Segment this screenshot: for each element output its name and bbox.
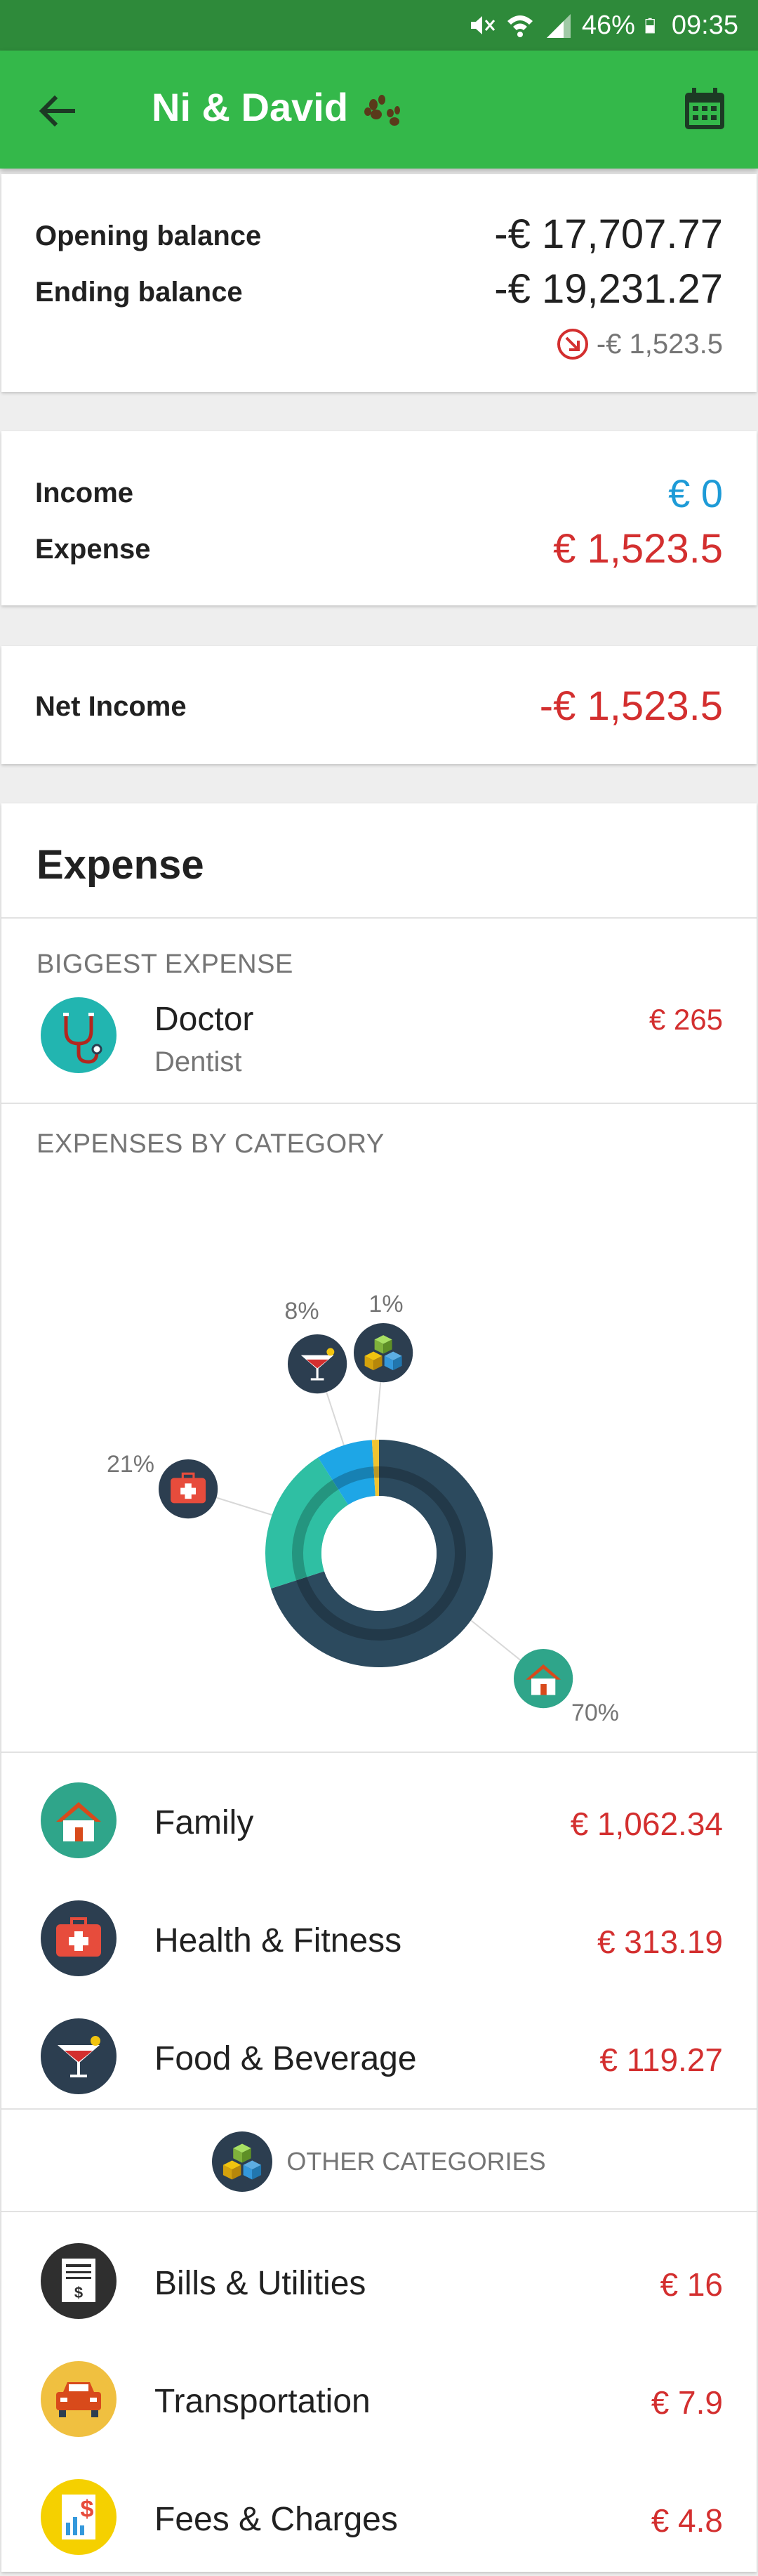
cocktail-icon xyxy=(41,2018,117,2094)
balance-change-value: -€ 1,523.5 xyxy=(596,328,723,360)
divider xyxy=(1,917,757,919)
expense-label: Expense xyxy=(35,534,151,565)
biggest-expense-name: Doctor xyxy=(154,1001,254,1038)
car-icon xyxy=(41,2361,117,2437)
category-name: Transportation xyxy=(154,2383,371,2420)
opening-balance-value: -€ 17,707.77 xyxy=(494,211,723,257)
svg-text:$: $ xyxy=(81,2496,94,2523)
income-value: € 0 xyxy=(668,471,723,515)
expense-section-title: Expense xyxy=(36,842,204,888)
category-row-bills-utilities[interactable]: $ Bills & Utilities € 16 xyxy=(1,2236,757,2329)
income-label: Income xyxy=(35,478,134,508)
fees-icon: $ xyxy=(41,2479,117,2555)
other-categories-label: OTHER CATEGORIES xyxy=(286,2147,546,2176)
page-title: Ni & David xyxy=(152,84,404,130)
arrow-left-icon[interactable] xyxy=(35,88,80,133)
divider xyxy=(1,2211,757,2212)
donut-inner-ring-other xyxy=(373,1466,379,1478)
slice-label-family: 70% xyxy=(571,1700,619,1726)
page-title-text: Ni & David xyxy=(152,85,349,129)
category-amount: € 16 xyxy=(660,2266,723,2303)
cubes-icon xyxy=(212,2131,273,2192)
app-bar: Ni & David xyxy=(0,51,758,169)
category-amount: € 119.27 xyxy=(599,2042,723,2078)
category-amount: € 4.8 xyxy=(651,2502,723,2539)
category-row-health-fitness[interactable]: Health & Fitness € 313.19 xyxy=(1,1893,757,1986)
category-amount: € 1,062.34 xyxy=(570,1806,723,1842)
divider xyxy=(1,2108,757,2110)
net-income-card: Net Income -€ 1,523.5 xyxy=(1,646,757,764)
ending-balance-label: Ending balance xyxy=(35,277,243,308)
bill-icon: $ xyxy=(41,2243,117,2319)
opening-balance-label: Opening balance xyxy=(35,221,262,251)
divider xyxy=(1,1103,757,1104)
wifi-icon xyxy=(507,15,533,37)
calendar-icon[interactable] xyxy=(681,86,729,133)
first-aid-kit-icon xyxy=(159,1459,218,1519)
clock: 09:35 xyxy=(671,10,738,40)
expense-donut-chart[interactable]: 70% 21% 8% 1% xyxy=(1,1169,757,1730)
biggest-expense-amount: € 265 xyxy=(649,1003,723,1036)
expense-value: € 1,523.5 xyxy=(553,526,723,572)
house-icon xyxy=(41,1782,117,1858)
cocktail-icon xyxy=(288,1334,347,1394)
category-amount: € 7.9 xyxy=(651,2384,723,2421)
mute-icon xyxy=(470,16,495,34)
slice-label-food-beverage: 8% xyxy=(284,1298,319,1325)
biggest-expense-header: BIGGEST EXPENSE xyxy=(36,949,293,979)
slice-label-health-fitness: 21% xyxy=(107,1451,154,1478)
category-name: Family xyxy=(154,1804,254,1841)
category-name: Health & Fitness xyxy=(154,1922,402,1959)
expenses-by-category-header: EXPENSES BY CATEGORY xyxy=(36,1129,385,1159)
paw-icon xyxy=(364,95,400,126)
net-income-label: Net Income xyxy=(35,691,187,722)
status-bar: 46% 09:35 xyxy=(0,0,758,51)
divider xyxy=(1,1752,757,1753)
category-name: Fees & Charges xyxy=(154,2501,398,2538)
biggest-expense-row[interactable]: Doctor Dentist € 265 xyxy=(1,994,757,1093)
category-row-food-beverage[interactable]: Food & Beverage € 119.27 xyxy=(1,2011,757,2104)
signal-icon xyxy=(546,14,571,38)
expense-card: Expense BIGGEST EXPENSE Doctor Dentist €… xyxy=(1,803,757,2572)
category-row-fees-charges[interactable]: $ Fees & Charges € 4.8 xyxy=(1,2472,757,2565)
category-name: Bills & Utilities xyxy=(154,2265,366,2302)
first-aid-kit-icon xyxy=(41,1900,117,1976)
svg-text:$: $ xyxy=(74,2284,83,2301)
donut-hole xyxy=(321,1496,437,1611)
category-name: Food & Beverage xyxy=(154,2040,417,2077)
ending-balance-value: -€ 19,231.27 xyxy=(494,266,723,312)
other-categories-toggle[interactable]: OTHER CATEGORIES xyxy=(1,2112,757,2211)
net-income-value: -€ 1,523.5 xyxy=(539,683,723,729)
balance-change: -€ 1,523.5 xyxy=(556,327,723,361)
category-row-transportation[interactable]: Transportation € 7.9 xyxy=(1,2354,757,2447)
cubes-icon xyxy=(354,1323,413,1383)
battery-icon xyxy=(645,18,655,34)
house-icon xyxy=(514,1649,573,1709)
battery-percent: 46% xyxy=(581,10,635,40)
totals-card: Income € 0 Expense € 1,523.5 xyxy=(1,431,757,605)
arrow-down-right-icon xyxy=(557,329,588,360)
category-row-family[interactable]: Family € 1,062.34 xyxy=(1,1775,757,1868)
stethoscope-icon xyxy=(41,997,117,1073)
balance-card: Opening balance -€ 17,707.77 Ending bala… xyxy=(1,174,757,392)
slice-label-other: 1% xyxy=(368,1291,403,1317)
category-amount: € 313.19 xyxy=(597,1924,723,1960)
biggest-expense-sub: Dentist xyxy=(154,1046,242,1077)
